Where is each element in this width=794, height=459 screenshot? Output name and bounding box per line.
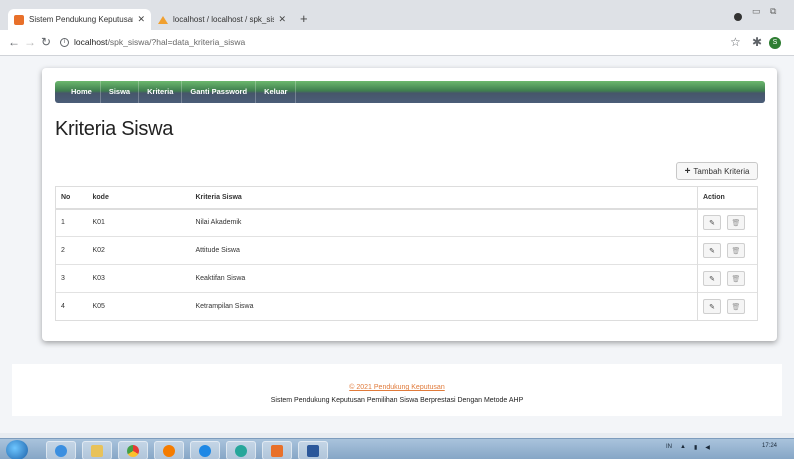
footer-copyright-link[interactable]: © 2021 Pendukung Keputusan xyxy=(12,384,782,391)
cell-kode: K03 xyxy=(87,264,191,293)
extensions-puzzle-icon[interactable]: ✱ xyxy=(752,35,762,49)
trash-icon[interactable]: 🗑 xyxy=(727,271,745,286)
bookmark-star-icon[interactable]: ☆ xyxy=(730,35,741,49)
cell-action: ✎ 🗑 xyxy=(697,264,758,293)
url-path: /spk_siswa/?hal=data_kriteria_siswa xyxy=(107,37,246,47)
tab-title: Sistem Pendukung Keputusan Pe xyxy=(29,15,134,24)
taskbar-media-icon[interactable] xyxy=(154,441,184,459)
nav-item-home[interactable]: Home xyxy=(63,81,101,103)
col-header-no: No xyxy=(55,186,88,210)
trash-icon[interactable]: 🗑 xyxy=(727,299,745,314)
site-info-icon[interactable]: i xyxy=(60,38,69,47)
browser-tabstrip: Sistem Pendukung Keputusan Pe ✕ localhos… xyxy=(0,0,794,30)
language-indicator[interactable]: IN xyxy=(666,444,672,451)
edit-icon[interactable]: ✎ xyxy=(703,271,721,286)
cell-kriteria: Attitude Siswa xyxy=(190,236,698,265)
volume-icon[interactable]: ◀ xyxy=(705,444,710,451)
edit-icon[interactable]: ✎ xyxy=(703,299,721,314)
cell-no: 2 xyxy=(55,236,88,265)
address-bar: ← → ↻ i localhost/spk_siswa/?hal=data_kr… xyxy=(0,30,794,56)
cell-action: ✎ 🗑 xyxy=(697,292,758,321)
cell-kriteria: Keaktifan Siswa xyxy=(190,264,698,293)
cell-kriteria: Nilai Akademik xyxy=(190,208,698,237)
cell-no: 1 xyxy=(55,208,88,237)
cell-kode: K01 xyxy=(87,208,191,237)
table-row: 2 K02 Attitude Siswa ✎ 🗑 xyxy=(55,236,758,265)
nav-item-keluar[interactable]: Keluar xyxy=(256,81,297,103)
add-criteria-button[interactable]: + Tambah Kriteria xyxy=(676,162,758,180)
trash-icon[interactable]: 🗑 xyxy=(727,243,745,258)
table-row: 4 K05 Ketrampilan Siswa ✎ 🗑 xyxy=(55,292,758,321)
nav-item-ganti-password[interactable]: Ganti Password xyxy=(182,81,257,103)
table-header-row: No kode Kriteria Siswa Action xyxy=(55,186,758,210)
cell-kode: K05 xyxy=(87,292,191,321)
restore-icon[interactable]: ⧉ xyxy=(770,6,776,17)
main-navbar: Home Siswa Kriteria Ganti Password Kelua… xyxy=(55,81,765,103)
reload-icon[interactable]: ↻ xyxy=(41,35,51,49)
cell-no: 3 xyxy=(55,264,88,293)
footer-subtitle: Sistem Pendukung Keputusan Pemilihan Sis… xyxy=(270,397,524,404)
phpmyadmin-favicon-icon xyxy=(158,15,168,24)
taskbar-xampp-icon[interactable] xyxy=(262,441,292,459)
cell-no: 4 xyxy=(55,292,88,321)
tab-close-icon[interactable]: ✕ xyxy=(278,14,286,25)
forward-arrow-icon[interactable]: → xyxy=(24,35,36,49)
col-header-action: Action xyxy=(697,186,758,210)
taskbar-ie-icon[interactable] xyxy=(46,441,76,459)
taskbar-word-icon[interactable] xyxy=(298,441,328,459)
record-indicator-icon xyxy=(734,13,742,21)
back-arrow-icon[interactable]: ← xyxy=(8,35,20,49)
cell-action: ✎ 🗑 xyxy=(697,236,758,265)
cell-action: ✎ 🗑 xyxy=(697,208,758,237)
network-icon[interactable]: ▮ xyxy=(694,444,697,451)
browser-tab-phpmyadmin[interactable]: localhost / localhost / spk_siswa ✕ xyxy=(152,9,292,30)
page-title: Kriteria Siswa xyxy=(55,118,174,140)
tray-arrow-icon[interactable]: ▲ xyxy=(680,444,686,451)
content-panel: Home Siswa Kriteria Ganti Password Kelua… xyxy=(42,68,777,341)
trash-icon[interactable]: 🗑 xyxy=(727,215,745,231)
taskbar-app-icon[interactable] xyxy=(190,441,220,459)
os-taskbar: IN ▲ ▮ ◀ 17:24 xyxy=(0,438,794,459)
edit-icon[interactable]: ✎ xyxy=(703,243,721,258)
edit-icon[interactable]: ✎ xyxy=(703,215,721,231)
cell-kode: K02 xyxy=(87,236,191,265)
plus-icon: + xyxy=(684,165,691,177)
page-footer: © 2021 Pendukung Keputusan Sistem Penduk… xyxy=(12,364,782,416)
browser-tab-active[interactable]: Sistem Pendukung Keputusan Pe ✕ xyxy=(8,9,151,30)
nav-item-kriteria[interactable]: Kriteria xyxy=(139,81,183,103)
taskbar-chrome-icon[interactable] xyxy=(118,441,148,459)
profile-avatar[interactable]: S xyxy=(769,37,781,49)
add-criteria-label: Tambah Kriteria xyxy=(693,166,750,176)
site-favicon-icon xyxy=(14,14,24,25)
taskbar-explorer-icon[interactable] xyxy=(82,441,112,459)
minimize-icon[interactable]: ▭ xyxy=(752,6,761,17)
table-row: 3 K03 Keaktifan Siswa ✎ 🗑 xyxy=(55,264,758,293)
col-header-kode: kode xyxy=(87,186,191,210)
url-host: localhost xyxy=(74,37,108,47)
nav-item-siswa[interactable]: Siswa xyxy=(101,81,140,103)
col-header-kriteria: Kriteria Siswa xyxy=(190,186,698,210)
page-viewport: Home Siswa Kriteria Ganti Password Kelua… xyxy=(0,56,794,433)
system-tray: IN ▲ ▮ ◀ xyxy=(666,444,710,451)
taskbar-chrome2-icon[interactable] xyxy=(226,441,256,459)
table-row: 1 K01 Nilai Akademik ✎ 🗑 xyxy=(55,208,758,237)
url-field[interactable]: localhost/spk_siswa/?hal=data_kriteria_s… xyxy=(74,37,245,47)
criteria-table: No kode Kriteria Siswa Action 1 K01 Nila… xyxy=(55,186,758,321)
tab-title: localhost / localhost / spk_siswa xyxy=(173,15,275,24)
new-tab-button[interactable]: + xyxy=(300,11,308,26)
start-button-icon[interactable] xyxy=(6,440,28,459)
tab-close-icon[interactable]: ✕ xyxy=(137,14,145,25)
cell-kriteria: Ketrampilan Siswa xyxy=(190,292,698,321)
taskbar-clock[interactable]: 17:24 xyxy=(762,442,777,450)
